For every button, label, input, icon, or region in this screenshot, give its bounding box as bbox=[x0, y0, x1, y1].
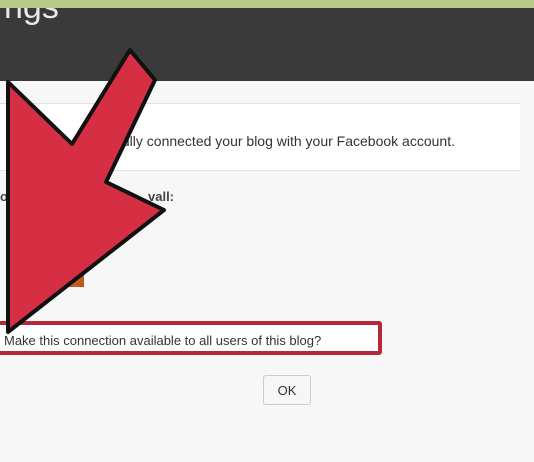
share-connection-label[interactable]: Make this connection available to all us… bbox=[4, 333, 321, 348]
connection-dialog: ✓ fully connected your blog with your Fa… bbox=[0, 81, 534, 462]
facebook-avatar[interactable] bbox=[56, 265, 84, 287]
success-message: fully connected your blog with your Face… bbox=[118, 133, 455, 149]
publicize-prompt-start: olic bbox=[0, 189, 23, 204]
publicize-prompt-end: vall: bbox=[148, 189, 175, 204]
success-notice: ✓ fully connected your blog with your Fa… bbox=[0, 103, 520, 171]
check-icon: ✓ bbox=[6, 130, 17, 145]
share-option-highlight[interactable]: Make this connection available to all us… bbox=[0, 321, 382, 355]
page-header: ngs bbox=[0, 8, 534, 81]
page-title: ngs bbox=[4, 8, 59, 27]
top-accent-strip bbox=[0, 0, 534, 8]
ok-button[interactable]: OK bbox=[263, 375, 311, 405]
